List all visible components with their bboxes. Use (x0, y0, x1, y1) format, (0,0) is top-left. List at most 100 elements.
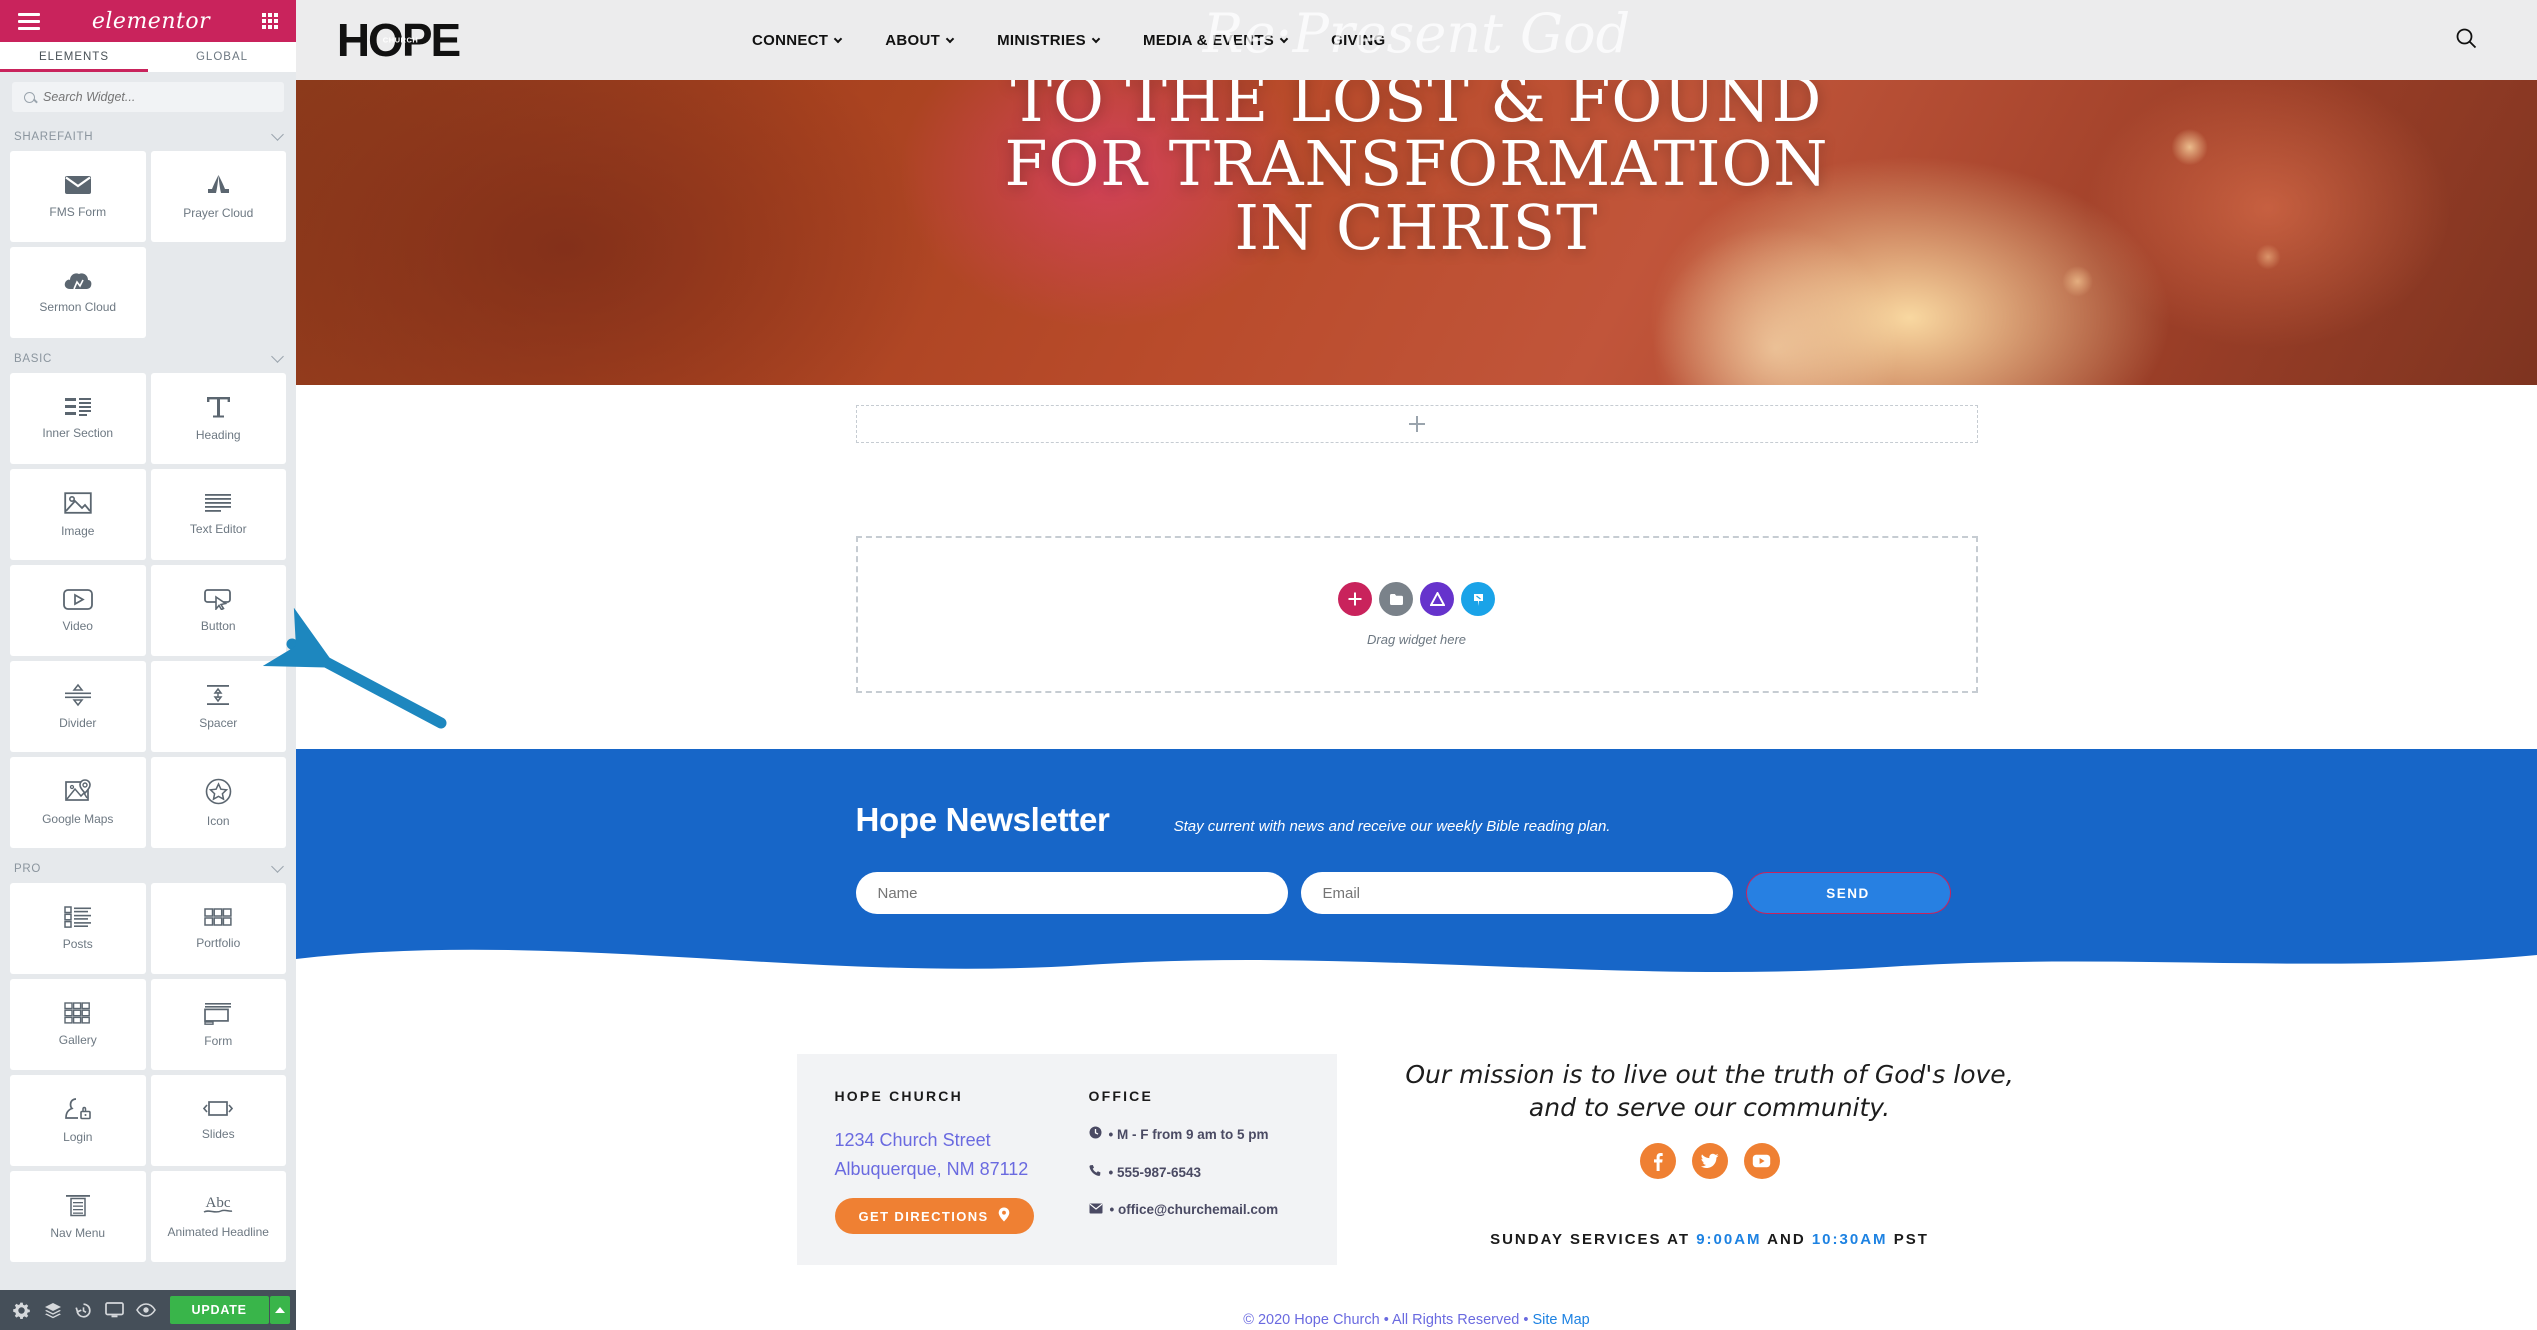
address-line-2[interactable]: Albuquerque, NM 87112 (835, 1155, 1045, 1184)
apps-grid-icon[interactable] (261, 13, 278, 29)
office-email-text[interactable]: • office@churchemail.com (1110, 1202, 1279, 1217)
nav-item-connect[interactable]: CONNECT (752, 32, 843, 49)
hamburger-menu-icon[interactable] (18, 12, 40, 30)
add-new-section-strip[interactable] (855, 405, 1978, 443)
youtube-icon[interactable] (1743, 1143, 1780, 1179)
get-directions-button[interactable]: GET DIRECTIONS (834, 1198, 1034, 1235)
widget-slides[interactable]: Slides (150, 1075, 286, 1166)
widget-divider[interactable]: Divider (10, 661, 146, 752)
category-header-sharefaith[interactable]: SHAREFAITH (0, 120, 296, 151)
widget-label: Icon (206, 813, 230, 828)
copyright-bar: © 2020 Hope Church • All Rights Reserved… (296, 1312, 2537, 1328)
slides-arrows-icon (203, 1100, 234, 1118)
category-header-basic[interactable]: BASIC (0, 342, 296, 373)
widget-spacer[interactable]: Spacer (150, 661, 286, 752)
widget-login[interactable]: Login (10, 1075, 146, 1166)
widget-heading[interactable]: Heading (150, 373, 286, 464)
widget-icon[interactable]: Icon (150, 757, 286, 848)
newsletter-name-input[interactable] (855, 872, 1288, 914)
gear-icon[interactable] (6, 1290, 37, 1330)
chevron-down-icon (271, 128, 284, 141)
update-options-caret-icon[interactable] (269, 1296, 291, 1324)
widget-label: Gallery (58, 1033, 97, 1047)
widget-label: Text Editor (189, 522, 247, 536)
logo-subtext: CHURCH (382, 35, 419, 45)
newsletter-email-input[interactable] (1300, 872, 1733, 914)
widget-image[interactable]: Image (10, 469, 146, 560)
triangle-icon[interactable] (1420, 582, 1454, 616)
widget-label: Posts (62, 937, 93, 951)
twitter-icon[interactable] (1691, 1143, 1728, 1179)
widget-inner-section[interactable]: Inner Section (10, 373, 146, 464)
mission-column: Our mission is to live out the truth of … (1383, 1054, 2037, 1265)
nav-item-about[interactable]: ABOUT (885, 32, 955, 49)
widget-button[interactable]: Button (150, 565, 286, 656)
hero-line-1: TO THE LOST & FOUND (1010, 80, 1823, 136)
nav-menu-icon (64, 1194, 92, 1217)
responsive-monitor-icon[interactable] (99, 1290, 130, 1330)
category-header-pro[interactable]: PRO (0, 852, 296, 883)
widget-google-maps[interactable]: Google Maps (10, 757, 146, 848)
widget-label: Image (61, 524, 95, 538)
elementor-editor-window: elementor ELEMENTS GLOBAL SHAREFAITH (0, 0, 2537, 1330)
widget-portfolio[interactable]: Portfolio (150, 883, 286, 974)
panel-footer-toolbar: UPDATE (0, 1290, 296, 1330)
office-phone-text[interactable]: • 555-987-6543 (1109, 1165, 1202, 1180)
spacer-arrows-icon (204, 683, 232, 707)
widget-video[interactable]: Video (10, 565, 146, 656)
pin-icon[interactable] (1461, 582, 1495, 616)
update-button[interactable]: UPDATE (169, 1296, 269, 1324)
site-logo[interactable]: HOPE CHURCH (334, 11, 462, 69)
map-pin-icon (64, 779, 92, 803)
widget-posts[interactable]: Posts (10, 883, 146, 974)
office-phone-row: • 555-987-6543 (1088, 1164, 1299, 1180)
preview-eye-icon[interactable] (130, 1290, 161, 1330)
widget-empty-slot (151, 247, 287, 338)
history-icon[interactable] (68, 1290, 99, 1330)
newsletter-section[interactable]: Hope Newsletter Stay current with news a… (296, 749, 2537, 995)
nav-item-giving[interactable]: GIVING (1331, 32, 1385, 49)
address-line-1[interactable]: 1234 Church Street (835, 1126, 1045, 1155)
envelope-icon (64, 174, 92, 196)
nav-item-media-events[interactable]: MEDIA & EVENTS (1143, 32, 1289, 49)
mission-line-2: and to serve our community. (1528, 1093, 1891, 1122)
widget-form[interactable]: Form (150, 979, 286, 1070)
widget-label: Prayer Cloud (183, 206, 254, 220)
search-widget-box[interactable] (12, 82, 284, 112)
widget-text-editor[interactable]: Text Editor (150, 469, 286, 560)
tab-elements[interactable]: ELEMENTS (0, 42, 148, 72)
office-hours-row: • M - F from 9 am to 5 pm (1089, 1126, 1299, 1142)
widget-grid-sharefaith: FMS Form Prayer Cloud Sermon Cloud (0, 151, 296, 342)
site-map-link[interactable]: Site Map (1533, 1312, 1590, 1328)
widget-label: Google Maps (42, 812, 114, 826)
nav-item-ministries[interactable]: MINISTRIES (997, 32, 1101, 49)
widget-gallery[interactable]: Gallery (10, 979, 146, 1070)
play-icon (62, 588, 93, 610)
widget-label: Sermon Cloud (39, 300, 117, 314)
widget-fms-form[interactable]: FMS Form (10, 151, 146, 242)
svg-text:Abc: Abc (206, 1195, 231, 1211)
church-heading: HOPE CHURCH (834, 1088, 963, 1104)
posts-list-icon (64, 906, 92, 928)
widget-prayer-cloud[interactable]: Prayer Cloud (150, 151, 286, 242)
page-preview-canvas[interactable]: Re·Present God HOPE CHURCH CONNECT ABOUT… (296, 0, 2537, 1330)
hero-section[interactable]: TO THE LOST & FOUND FOR TRANSFORMATION I… (296, 80, 2537, 385)
newsletter-send-button[interactable]: SEND (1745, 872, 1951, 914)
office-heading: OFFICE (1088, 1088, 1154, 1104)
layers-icon[interactable] (37, 1290, 68, 1330)
widget-nav-menu[interactable]: Nav Menu (10, 1171, 146, 1262)
add-widget-button[interactable] (1338, 582, 1372, 616)
search-icon[interactable] (2455, 27, 2477, 54)
tab-global[interactable]: GLOBAL (148, 42, 296, 72)
widget-drop-zone[interactable]: Drag widget here (855, 536, 1978, 693)
folder-icon[interactable] (1379, 582, 1413, 616)
facebook-icon[interactable] (1639, 1143, 1676, 1179)
widget-sermon-cloud[interactable]: Sermon Cloud (10, 247, 146, 338)
search-input[interactable] (43, 90, 272, 104)
widget-list-scroll[interactable]: SHAREFAITH FMS Form Prayer Cloud Sermon … (0, 120, 296, 1290)
chevron-down-icon (271, 860, 284, 873)
chevron-down-icon (945, 34, 955, 43)
get-directions-label: GET DIRECTIONS (858, 1208, 989, 1224)
widget-animated-headline[interactable]: Abc Animated Headline (150, 1171, 286, 1262)
widget-label: Video (62, 618, 93, 633)
